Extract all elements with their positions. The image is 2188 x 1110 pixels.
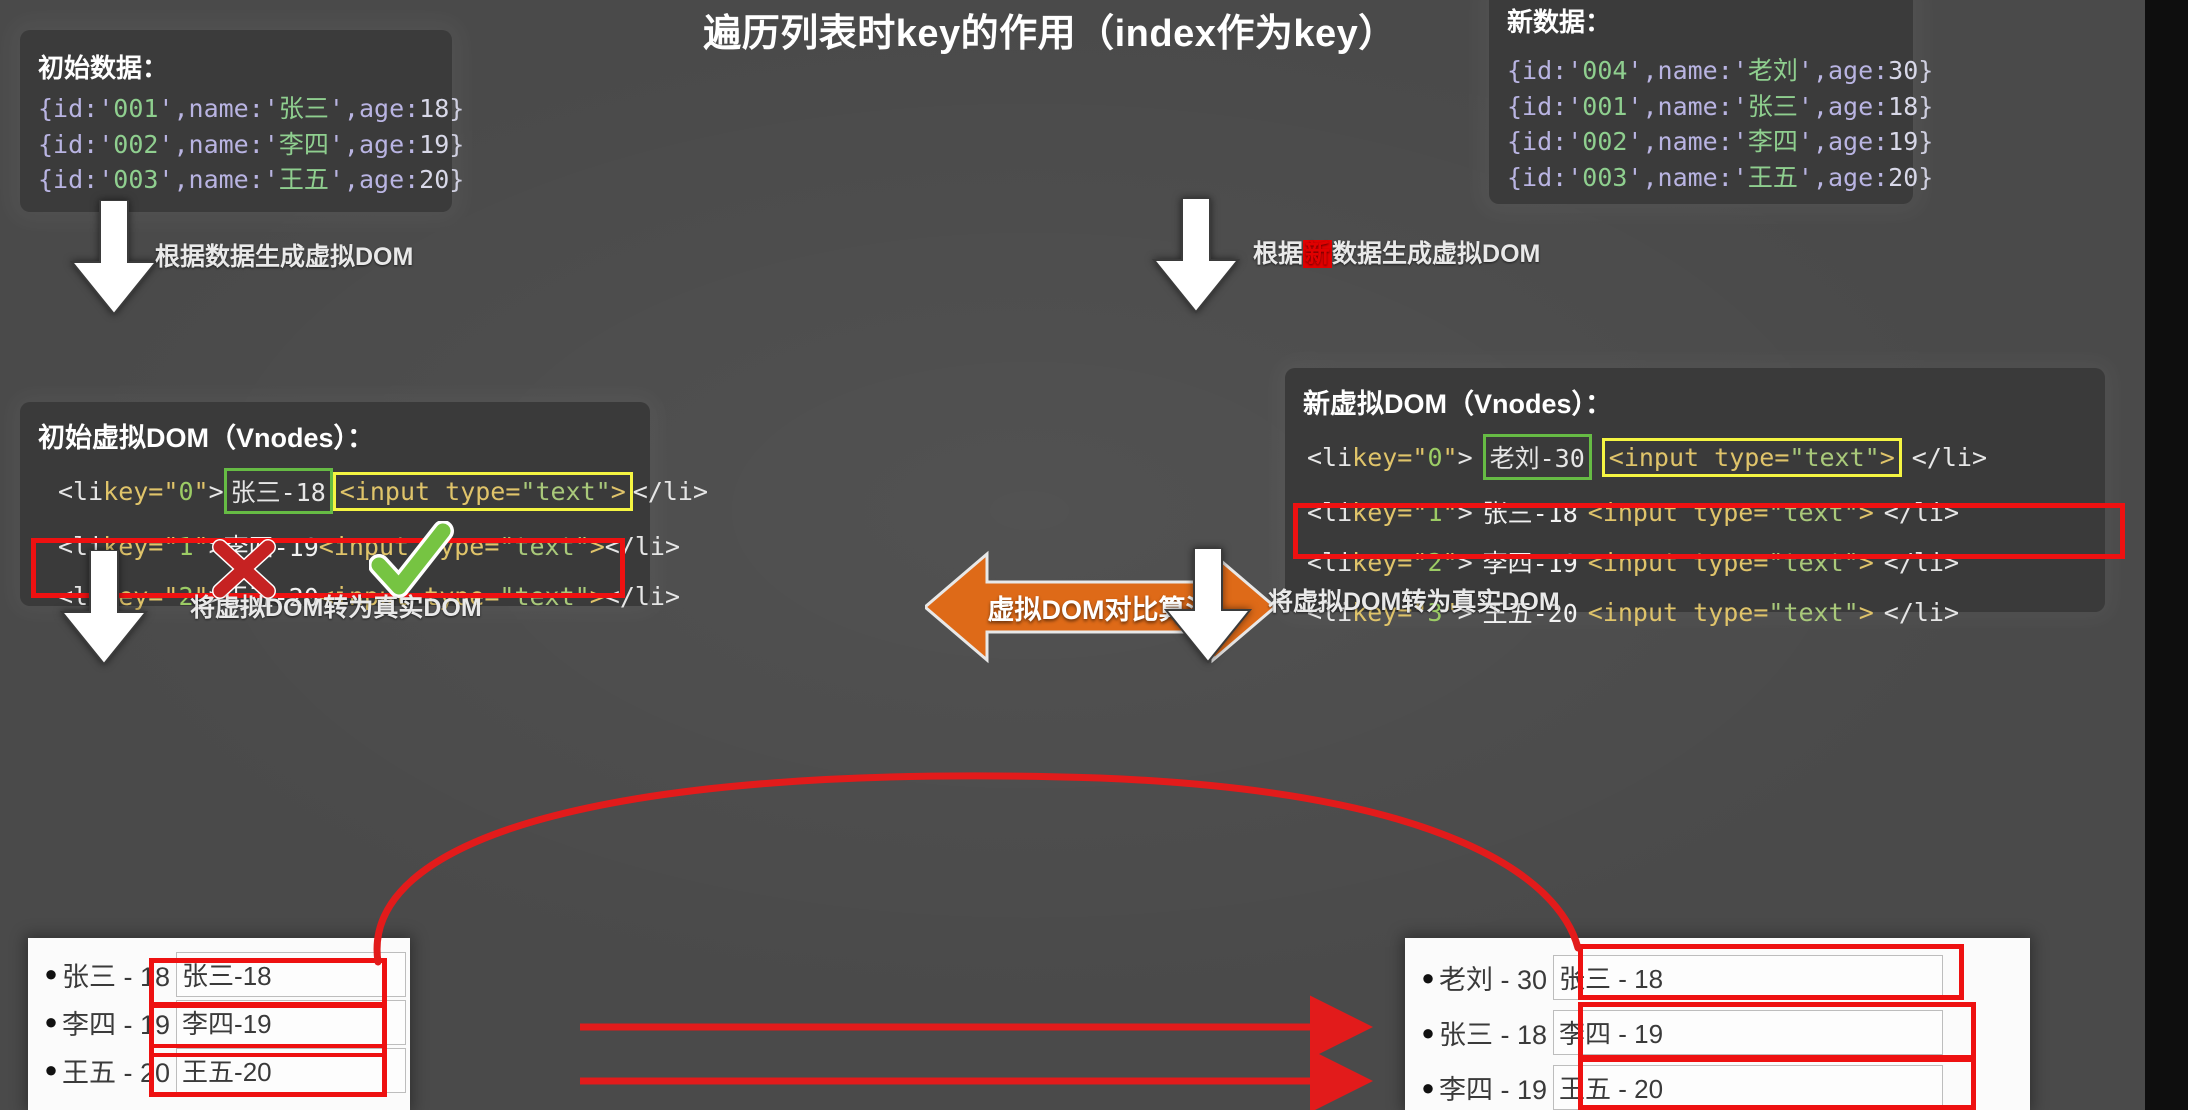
real-dom-row-input[interactable]: 王五-20 bbox=[176, 1047, 407, 1093]
real-dom-row: ● 李四 - 19 王五 - 20 bbox=[1417, 1060, 2030, 1110]
down-arrow-left-gen bbox=[69, 200, 159, 316]
real-dom-row: ● 李四 - 19 李四-19 bbox=[40, 998, 410, 1046]
real-dom-row: ● 老刘 - 30 张三 - 18 bbox=[1417, 950, 2030, 1005]
vnode-input-yellow-box: <input type="text"> bbox=[332, 471, 633, 511]
real-dom-row: ● 张三 - 18 张三-18 bbox=[40, 950, 410, 998]
data-object-line: {id:'004',name:'老刘',age:30} bbox=[1507, 56, 1934, 85]
real-dom-row-input[interactable]: 王五 - 20 bbox=[1553, 1065, 1944, 1110]
list-bullet-icon: ● bbox=[1421, 1074, 1435, 1100]
real-dom-row: ● 王五 - 20 王五-20 bbox=[40, 1046, 410, 1094]
vnode-input: <input type="text"> bbox=[1587, 497, 1874, 527]
vnode-text-green-box: 老刘-30 bbox=[1482, 434, 1592, 480]
data-object-line: {id:'003',name:'王五',age:20} bbox=[38, 165, 465, 194]
vnode-text: 张三-18 bbox=[1482, 499, 1578, 528]
label-gen-vdom-left: 根据数据生成虚拟DOM bbox=[155, 243, 414, 271]
vnode-input-yellow-box: <input type="text"> bbox=[1601, 437, 1902, 477]
vnode-line: <li key= " 2 " > 李四-19 <input type="text"> </li… bbox=[1285, 537, 2105, 587]
real-dom-row-label: 王五 - 20 bbox=[62, 1057, 171, 1088]
real-dom-row-label: 李四 - 19 bbox=[1439, 1075, 1548, 1105]
slide-title: 遍历列表时key的作用（index作为key） bbox=[703, 13, 1397, 55]
down-arrow-right-gen bbox=[1151, 198, 1241, 314]
new-vnodes-box: 新虚拟DOM（Vnodes）： <li key= " 0 " > 老刘-30 <input … bbox=[1285, 368, 2105, 628]
curved-red-connector bbox=[373, 772, 1582, 966]
label-gen-vdom-right-suffix: 数据生成虚拟DOM bbox=[1332, 240, 1541, 268]
vnode-line: <li key= " 0 " > 张三-18 <input type="text"> </li… bbox=[20, 461, 708, 521]
vnode-line: <li key= " 1 " > 张三-18 <input type="text"> </li… bbox=[1285, 487, 2105, 537]
new-data-box: 新数据： {id:'004',name:'老刘',age:30} {id:'001… bbox=[1489, 0, 1934, 204]
real-dom-row-label: 李四 - 19 bbox=[62, 1009, 171, 1040]
down-arrow-left-render bbox=[59, 550, 149, 666]
list-bullet-icon: ● bbox=[44, 1057, 58, 1082]
data-object-line: {id:'003',name:'王五',age:20} bbox=[1507, 162, 1934, 192]
slide-stage: 遍历列表时key的作用（index作为key） 初始数据： {id:'001',… bbox=[0, 0, 2188, 1110]
list-bullet-icon: ● bbox=[44, 1009, 58, 1034]
list-bullet-icon: ● bbox=[1421, 1019, 1435, 1045]
new-vnodes-heading: 新虚拟DOM（Vnodes）： bbox=[1303, 389, 1613, 419]
vnode-input: <input type="text"> bbox=[318, 531, 605, 561]
label-gen-vdom-right-redacted: 新 bbox=[1303, 240, 1333, 268]
real-dom-row-input[interactable]: 李四-19 bbox=[176, 999, 407, 1045]
real-dom-row-input[interactable]: 张三 - 18 bbox=[1553, 955, 1944, 1000]
label-gen-vdom-right: 根据新数据生成虚拟DOM bbox=[1253, 234, 1540, 270]
real-dom-row-label: 老刘 - 30 bbox=[1439, 965, 1548, 995]
real-dom-row-label: 张三 - 18 bbox=[62, 961, 171, 992]
label-to-real-dom-left: 将虚拟DOM转为真实DOM bbox=[190, 594, 482, 622]
vnode-text: 李四-19 bbox=[1482, 549, 1578, 578]
real-dom-row-label: 张三 - 18 bbox=[1439, 1020, 1548, 1050]
real-dom-row-input[interactable]: 张三-18 bbox=[176, 951, 407, 997]
vnode-input: <input type="text"> bbox=[1587, 547, 1874, 577]
right-dark-band bbox=[2145, 0, 2188, 1110]
label-gen-vdom-right-prefix: 根据 bbox=[1253, 240, 1304, 268]
real-dom-row-input[interactable]: 李四 - 19 bbox=[1553, 1010, 1944, 1055]
new-data-heading: 新数据： bbox=[1507, 7, 1612, 37]
initial-data-heading: 初始数据： bbox=[38, 53, 169, 83]
real-dom-row: ● 张三 - 18 李四 - 19 bbox=[1417, 1005, 2030, 1060]
old-vnodes-heading: 初始虚拟DOM（Vnodes）： bbox=[38, 423, 375, 453]
list-bullet-icon: ● bbox=[1421, 964, 1435, 990]
data-object-line: {id:'001',name:'张三',age:18} bbox=[1507, 91, 1934, 121]
vnode-text-green-box: 张三-18 bbox=[223, 468, 333, 514]
data-object-line: {id:'001',name:'张三',age:18} bbox=[38, 94, 465, 123]
old-real-dom-panel: ● 张三 - 18 张三-18 ● 李四 - 19 李四-19 ● 王五 - 20 王五-20 bbox=[28, 938, 410, 1110]
list-bullet-icon: ● bbox=[44, 961, 58, 986]
data-object-line: {id:'002',name:'李四',age:19} bbox=[1507, 127, 1934, 156]
slide-canvas: 遍历列表时key的作用（index作为key） 初始数据： {id:'001',… bbox=[0, 0, 2145, 1110]
data-object-line: {id:'002',name:'李四',age:19} bbox=[38, 129, 465, 159]
vnode-line: <li key= " 0 " > 老刘-30 <input type="text"> </li… bbox=[1285, 427, 2105, 487]
initial-data-lines: {id:'001',name:'张三',age:18} {id:'002',nam… bbox=[38, 91, 465, 198]
old-real-dom-rows: ● 张三 - 18 张三-18 ● 李四 - 19 李四-19 ● 王五 - 20 王五-20 bbox=[28, 938, 410, 1094]
new-real-dom-panel: ● 老刘 - 30 张三 - 18 ● 张三 - 18 李四 - 19 ● 李四 - 19 王五… bbox=[1405, 938, 2030, 1110]
vnode-input: <input type="text"> bbox=[1587, 597, 1874, 627]
label-to-real-dom-right: 将虚拟DOM转为真实DOM bbox=[1268, 588, 1560, 616]
new-real-dom-rows: ● 老刘 - 30 张三 - 18 ● 张三 - 18 李四 - 19 ● 李四 - 19 王五… bbox=[1405, 938, 2030, 1110]
new-data-lines: {id:'004',name:'老刘',age:30} {id:'001',nam… bbox=[1507, 53, 1934, 195]
initial-data-box: 初始数据： {id:'001',name:'张三',age:18} {id:'00… bbox=[20, 30, 465, 212]
down-arrow-right-render bbox=[1163, 548, 1253, 664]
